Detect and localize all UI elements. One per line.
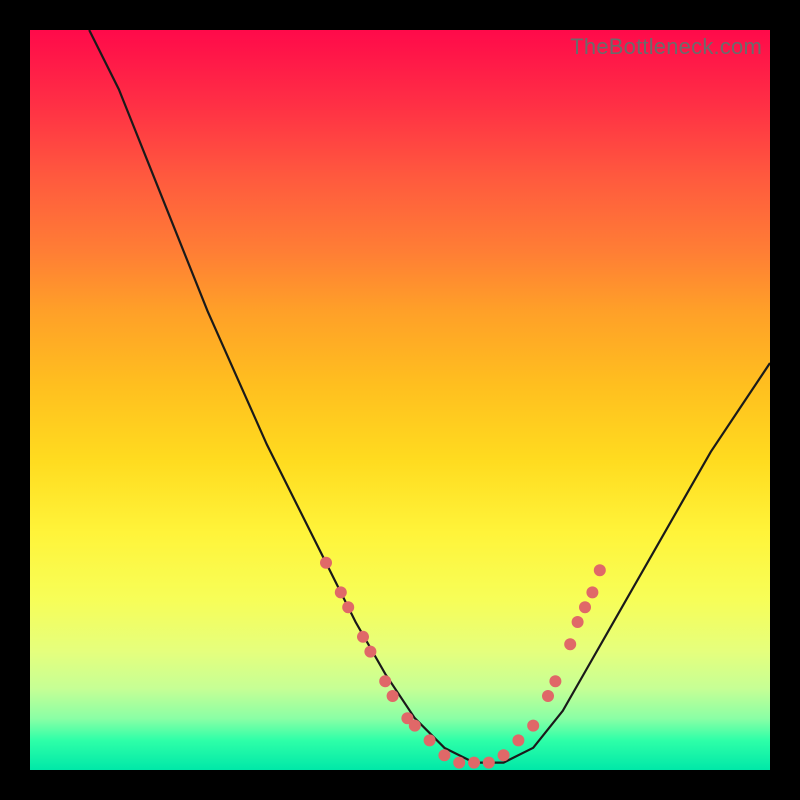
- data-marker: [387, 690, 399, 702]
- data-marker: [549, 675, 561, 687]
- data-marker: [364, 646, 376, 658]
- marker-layer: [320, 557, 606, 769]
- data-marker: [357, 631, 369, 643]
- plot-area: TheBottleneck.com: [30, 30, 770, 770]
- data-marker: [335, 586, 347, 598]
- data-marker: [586, 586, 598, 598]
- data-marker: [453, 757, 465, 769]
- data-marker: [483, 757, 495, 769]
- data-marker: [424, 734, 436, 746]
- data-marker: [498, 749, 510, 761]
- data-marker: [320, 557, 332, 569]
- data-marker: [468, 757, 480, 769]
- data-marker: [572, 616, 584, 628]
- data-marker: [379, 675, 391, 687]
- data-marker: [438, 749, 450, 761]
- data-marker: [594, 564, 606, 576]
- data-marker: [564, 638, 576, 650]
- data-marker: [542, 690, 554, 702]
- bottleneck-curve: [89, 30, 770, 763]
- data-marker: [409, 720, 421, 732]
- data-marker: [579, 601, 591, 613]
- data-marker: [342, 601, 354, 613]
- chart-frame: TheBottleneck.com: [0, 0, 800, 800]
- watermark-text: TheBottleneck.com: [570, 34, 762, 60]
- data-marker: [527, 720, 539, 732]
- data-marker: [512, 734, 524, 746]
- curve-layer: [30, 30, 770, 770]
